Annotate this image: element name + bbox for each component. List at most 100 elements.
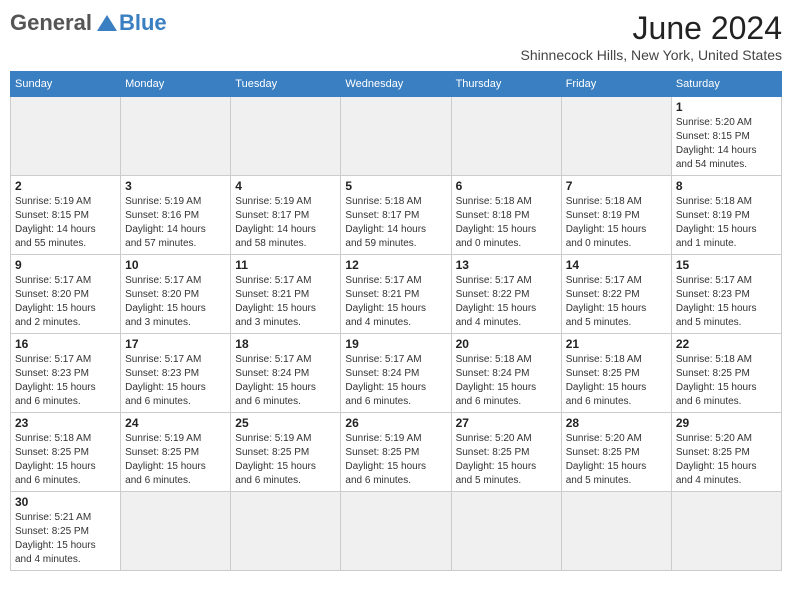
- day-number: 22: [676, 337, 777, 351]
- weekday-header-monday: Monday: [121, 72, 231, 97]
- week-row-3: 9 Sunrise: 5:17 AM Sunset: 8:20 PM Daylig…: [11, 255, 782, 334]
- day-info: Sunrise: 5:20 AM Sunset: 8:25 PM Dayligh…: [456, 432, 557, 488]
- weekday-header-tuesday: Tuesday: [231, 72, 341, 97]
- calendar-cell: 27 Sunrise: 5:20 AM Sunset: 8:25 PM Dayli…: [451, 413, 561, 492]
- day-info: Sunrise: 5:17 AM Sunset: 8:23 PM Dayligh…: [676, 274, 777, 330]
- calendar-cell: 9 Sunrise: 5:17 AM Sunset: 8:20 PM Daylig…: [11, 255, 121, 334]
- day-info: Sunrise: 5:20 AM Sunset: 8:15 PM Dayligh…: [676, 116, 777, 172]
- month-title: June 2024: [521, 10, 782, 47]
- calendar-cell: [341, 492, 451, 571]
- calendar-cell: 18 Sunrise: 5:17 AM Sunset: 8:24 PM Dayli…: [231, 334, 341, 413]
- calendar-cell: 7Sunrise: 5:18 AM Sunset: 8:19 PM Daylig…: [561, 176, 671, 255]
- calendar-cell: 5Sunrise: 5:18 AM Sunset: 8:17 PM Daylig…: [341, 176, 451, 255]
- day-number: 5: [345, 179, 446, 193]
- logo: General Blue: [10, 10, 167, 36]
- day-number: 8: [676, 179, 777, 193]
- day-info: Sunrise: 5:19 AM Sunset: 8:16 PM Dayligh…: [125, 195, 226, 251]
- day-info: Sunrise: 5:18 AM Sunset: 8:24 PM Dayligh…: [456, 353, 557, 409]
- day-info: Sunrise: 5:17 AM Sunset: 8:22 PM Dayligh…: [456, 274, 557, 330]
- calendar-cell: 17 Sunrise: 5:17 AM Sunset: 8:23 PM Dayli…: [121, 334, 231, 413]
- day-number: 23: [15, 416, 116, 430]
- calendar-cell: 4Sunrise: 5:19 AM Sunset: 8:17 PM Daylig…: [231, 176, 341, 255]
- day-info: Sunrise: 5:17 AM Sunset: 8:23 PM Dayligh…: [15, 353, 116, 409]
- calendar-cell: [341, 97, 451, 176]
- calendar-cell: 12Sunrise: 5:17 AM Sunset: 8:21 PM Dayli…: [341, 255, 451, 334]
- calendar-cell: 16 Sunrise: 5:17 AM Sunset: 8:23 PM Dayli…: [11, 334, 121, 413]
- calendar-cell: 11 Sunrise: 5:17 AM Sunset: 8:21 PM Dayli…: [231, 255, 341, 334]
- location: Shinnecock Hills, New York, United State…: [521, 47, 782, 63]
- calendar-cell: 20 Sunrise: 5:18 AM Sunset: 8:24 PM Dayli…: [451, 334, 561, 413]
- day-number: 11: [235, 258, 336, 272]
- calendar-cell: 24Sunrise: 5:19 AM Sunset: 8:25 PM Dayli…: [121, 413, 231, 492]
- day-info: Sunrise: 5:20 AM Sunset: 8:25 PM Dayligh…: [676, 432, 777, 488]
- day-info: Sunrise: 5:18 AM Sunset: 8:25 PM Dayligh…: [15, 432, 116, 488]
- week-row-2: 2 Sunrise: 5:19 AM Sunset: 8:15 PM Daylig…: [11, 176, 782, 255]
- calendar-cell: [231, 97, 341, 176]
- day-info: Sunrise: 5:19 AM Sunset: 8:25 PM Dayligh…: [125, 432, 226, 488]
- calendar-cell: [671, 492, 781, 571]
- day-info: Sunrise: 5:17 AM Sunset: 8:22 PM Dayligh…: [566, 274, 667, 330]
- day-info: Sunrise: 5:19 AM Sunset: 8:15 PM Dayligh…: [15, 195, 116, 251]
- title-area: June 2024 Shinnecock Hills, New York, Un…: [521, 10, 782, 63]
- calendar-cell: 14 Sunrise: 5:17 AM Sunset: 8:22 PM Dayli…: [561, 255, 671, 334]
- day-number: 30: [15, 495, 116, 509]
- calendar-cell: 29 Sunrise: 5:20 AM Sunset: 8:25 PM Dayli…: [671, 413, 781, 492]
- day-info: Sunrise: 5:18 AM Sunset: 8:25 PM Dayligh…: [676, 353, 777, 409]
- day-info: Sunrise: 5:17 AM Sunset: 8:24 PM Dayligh…: [235, 353, 336, 409]
- day-number: 9: [15, 258, 116, 272]
- day-number: 7: [566, 179, 667, 193]
- calendar-cell: 6Sunrise: 5:18 AM Sunset: 8:18 PM Daylig…: [451, 176, 561, 255]
- weekday-header-sunday: Sunday: [11, 72, 121, 97]
- calendar-cell: 1 Sunrise: 5:20 AM Sunset: 8:15 PM Daylig…: [671, 97, 781, 176]
- calendar-cell: 13 Sunrise: 5:17 AM Sunset: 8:22 PM Dayli…: [451, 255, 561, 334]
- calendar-cell: 30Sunrise: 5:21 AM Sunset: 8:25 PM Dayli…: [11, 492, 121, 571]
- logo-icon: General: [10, 10, 117, 36]
- calendar-cell: 15 Sunrise: 5:17 AM Sunset: 8:23 PM Dayli…: [671, 255, 781, 334]
- calendar-cell: 28Sunrise: 5:20 AM Sunset: 8:25 PM Dayli…: [561, 413, 671, 492]
- day-number: 14: [566, 258, 667, 272]
- week-row-5: 23 Sunrise: 5:18 AM Sunset: 8:25 PM Dayli…: [11, 413, 782, 492]
- day-number: 2: [15, 179, 116, 193]
- day-number: 18: [235, 337, 336, 351]
- header: General Blue June 2024 Shinnecock Hills,…: [10, 10, 782, 63]
- day-number: 13: [456, 258, 557, 272]
- calendar-cell: 23 Sunrise: 5:18 AM Sunset: 8:25 PM Dayli…: [11, 413, 121, 492]
- calendar-cell: 21Sunrise: 5:18 AM Sunset: 8:25 PM Dayli…: [561, 334, 671, 413]
- day-number: 6: [456, 179, 557, 193]
- day-number: 20: [456, 337, 557, 351]
- week-row-1: 1 Sunrise: 5:20 AM Sunset: 8:15 PM Daylig…: [11, 97, 782, 176]
- day-info: Sunrise: 5:20 AM Sunset: 8:25 PM Dayligh…: [566, 432, 667, 488]
- logo-blue-text: Blue: [119, 10, 167, 36]
- calendar-cell: 8 Sunrise: 5:18 AM Sunset: 8:19 PM Daylig…: [671, 176, 781, 255]
- day-number: 16: [15, 337, 116, 351]
- day-info: Sunrise: 5:17 AM Sunset: 8:24 PM Dayligh…: [345, 353, 446, 409]
- calendar-cell: [451, 97, 561, 176]
- day-number: 17: [125, 337, 226, 351]
- day-info: Sunrise: 5:17 AM Sunset: 8:20 PM Dayligh…: [125, 274, 226, 330]
- day-info: Sunrise: 5:19 AM Sunset: 8:17 PM Dayligh…: [235, 195, 336, 251]
- day-number: 1: [676, 100, 777, 114]
- calendar-cell: 19 Sunrise: 5:17 AM Sunset: 8:24 PM Dayli…: [341, 334, 451, 413]
- day-info: Sunrise: 5:17 AM Sunset: 8:23 PM Dayligh…: [125, 353, 226, 409]
- week-row-4: 16 Sunrise: 5:17 AM Sunset: 8:23 PM Dayli…: [11, 334, 782, 413]
- day-number: 27: [456, 416, 557, 430]
- day-info: Sunrise: 5:18 AM Sunset: 8:19 PM Dayligh…: [676, 195, 777, 251]
- day-number: 26: [345, 416, 446, 430]
- calendar-cell: [121, 492, 231, 571]
- day-number: 3: [125, 179, 226, 193]
- day-number: 19: [345, 337, 446, 351]
- calendar-cell: 10 Sunrise: 5:17 AM Sunset: 8:20 PM Dayli…: [121, 255, 231, 334]
- day-number: 10: [125, 258, 226, 272]
- day-number: 29: [676, 416, 777, 430]
- day-info: Sunrise: 5:19 AM Sunset: 8:25 PM Dayligh…: [345, 432, 446, 488]
- weekday-header-friday: Friday: [561, 72, 671, 97]
- day-number: 15: [676, 258, 777, 272]
- day-info: Sunrise: 5:19 AM Sunset: 8:25 PM Dayligh…: [235, 432, 336, 488]
- calendar-cell: 2 Sunrise: 5:19 AM Sunset: 8:15 PM Daylig…: [11, 176, 121, 255]
- day-info: Sunrise: 5:17 AM Sunset: 8:21 PM Dayligh…: [235, 274, 336, 330]
- calendar-cell: 22 Sunrise: 5:18 AM Sunset: 8:25 PM Dayli…: [671, 334, 781, 413]
- calendar: SundayMondayTuesdayWednesdayThursdayFrid…: [10, 71, 782, 571]
- day-number: 25: [235, 416, 336, 430]
- day-number: 21: [566, 337, 667, 351]
- day-info: Sunrise: 5:17 AM Sunset: 8:20 PM Dayligh…: [15, 274, 116, 330]
